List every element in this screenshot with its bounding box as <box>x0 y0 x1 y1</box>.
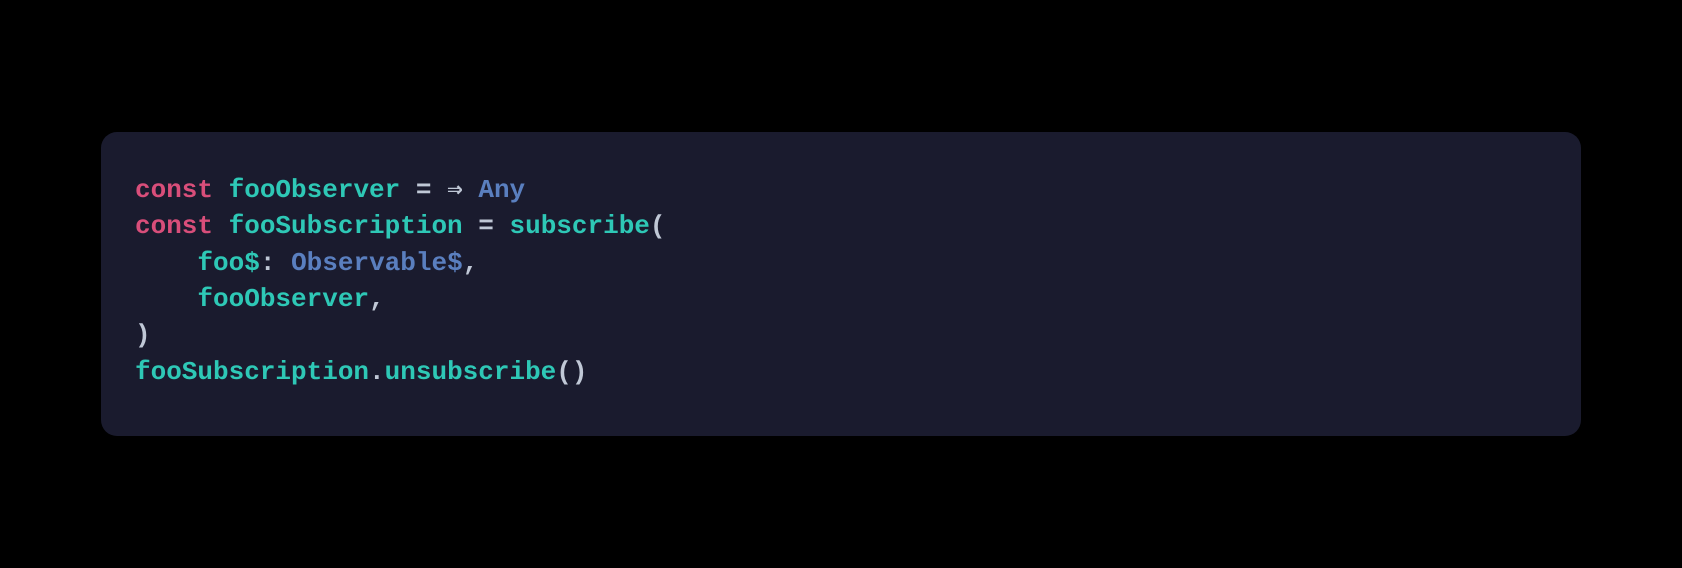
code-token: Any <box>478 175 525 205</box>
code-token: () <box>556 357 587 387</box>
code-line: fooSubscription.unsubscribe() <box>135 357 588 387</box>
code-token: foo$ <box>197 248 259 278</box>
code-token: fooSubscription <box>135 357 369 387</box>
code-line: fooObserver, <box>135 284 385 314</box>
code-token: const <box>135 211 213 241</box>
code-token: Observable$ <box>291 248 463 278</box>
code-token: fooObserver <box>197 284 369 314</box>
code-token: ( <box>650 211 666 241</box>
code-token: fooObserver <box>229 175 401 205</box>
code-line: const fooSubscription = subscribe( <box>135 211 666 241</box>
code-token: : <box>260 248 276 278</box>
code-line: const fooObserver = ⇒ Any <box>135 175 525 205</box>
code-token: fooSubscription <box>229 211 463 241</box>
code-token: , <box>369 284 385 314</box>
code-token: ⇒ <box>447 175 463 205</box>
code-token <box>213 211 229 241</box>
code-line: ) <box>135 320 151 350</box>
code-token <box>463 175 479 205</box>
code-token <box>213 175 229 205</box>
code-token <box>275 248 291 278</box>
code-token: const <box>135 175 213 205</box>
code-token: unsubscribe <box>385 357 557 387</box>
code-block: const fooObserver = ⇒ Any const fooSubsc… <box>101 132 1581 436</box>
code-token: = <box>463 211 510 241</box>
code-token: . <box>369 357 385 387</box>
code-token: ) <box>135 320 151 350</box>
code-token: = <box>400 175 447 205</box>
code-token: , <box>463 248 479 278</box>
code-line: foo$: Observable$, <box>135 248 478 278</box>
code-token: subscribe <box>509 211 649 241</box>
